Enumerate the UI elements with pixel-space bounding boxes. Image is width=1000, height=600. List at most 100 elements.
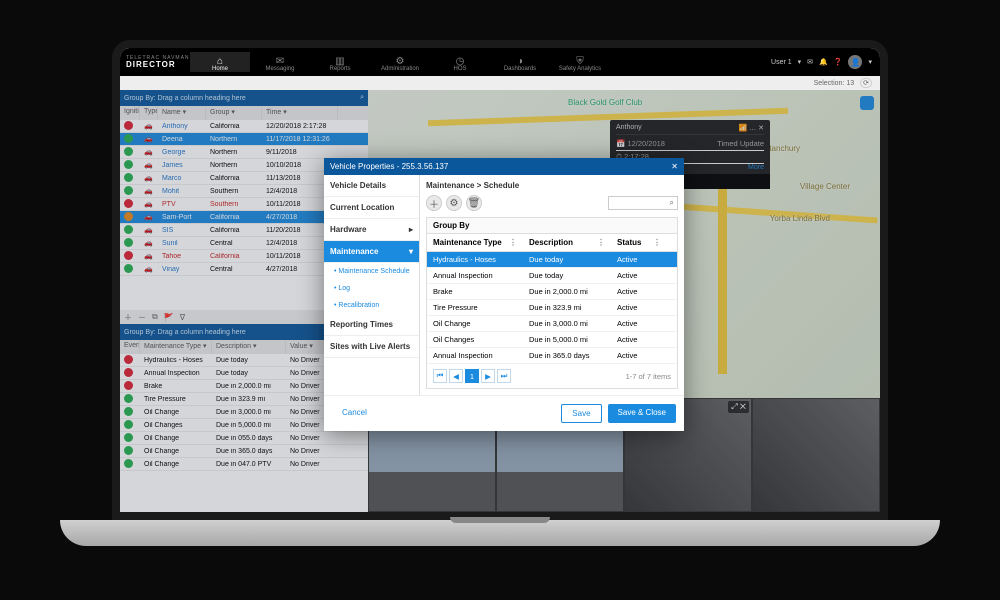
nav-dashboards[interactable]: ◑Dashboards xyxy=(490,52,550,72)
save-close-button[interactable]: Save & Close xyxy=(608,404,676,423)
schedule-row[interactable]: Oil Change Due in 3,000.0 mi Active xyxy=(427,316,677,332)
pager-last[interactable]: ⏭ xyxy=(497,369,511,383)
vehicle-type-icon: 🚗 xyxy=(140,252,158,260)
caret-down-icon[interactable]: ▾ xyxy=(798,58,802,66)
sidemenu-sub[interactable]: • Maintenance Schedule xyxy=(324,263,419,280)
maint-desc: Due in 055.0 days xyxy=(212,435,286,442)
expand-icon[interactable]: ⤢ xyxy=(731,402,737,411)
col-header[interactable]: Time ▾ xyxy=(262,106,338,120)
vehicle-group: Northern xyxy=(206,149,262,156)
col-menu-icon[interactable]: ⋮ xyxy=(509,238,517,247)
pager-next[interactable]: ▶ xyxy=(481,369,495,383)
status-dot-icon xyxy=(124,420,133,429)
settings-button[interactable]: ⚙ xyxy=(446,195,462,211)
cancel-button[interactable]: Cancel xyxy=(332,404,377,423)
schedule-row[interactable]: Oil Changes Due in 5,000.0 mi Active xyxy=(427,332,677,348)
col-header[interactable]: Status⋮ xyxy=(611,234,667,251)
vehicle-row[interactable]: 🚗 Deena Northern 11/17/2018 12:31:26 xyxy=(120,133,368,146)
col-header[interactable]: Description ▾ xyxy=(212,340,286,354)
popup-status: Timed Update xyxy=(717,138,764,150)
col-header[interactable]: Group ▾ xyxy=(206,106,262,120)
add-icon[interactable]: ＋ xyxy=(124,312,132,323)
user-label[interactable]: User 1 xyxy=(771,59,792,66)
sched-status: Active xyxy=(611,252,667,267)
event-row[interactable]: Oil Change Due in 365.0 days No Driver xyxy=(120,445,368,458)
status-dot-icon xyxy=(124,394,133,403)
pager-first[interactable]: ⏮ xyxy=(433,369,447,383)
schedule-row[interactable]: Annual Inspection Due in 365.0 days Acti… xyxy=(427,348,677,364)
sidemenu-hardware[interactable]: Hardware▸ xyxy=(324,219,419,241)
sched-type: Tire Pressure xyxy=(427,300,523,315)
caret-down-icon[interactable]: ▾ xyxy=(868,58,872,66)
event-row[interactable]: Oil Change Due in 055.0 days No Driver xyxy=(120,432,368,445)
bell-icon[interactable]: 🔔 xyxy=(819,58,828,66)
col-header[interactable]: Type xyxy=(140,106,158,120)
col-header[interactable]: Maintenance Type⋮ xyxy=(427,234,523,251)
flag-icon[interactable]: 🚩 xyxy=(164,313,174,322)
sidemenu-vehicle-details[interactable]: Vehicle Details xyxy=(324,175,419,197)
dots-icon[interactable]: … xyxy=(749,125,756,132)
nav-reports[interactable]: ▥Reports xyxy=(310,52,370,72)
nav-safety-analytics[interactable]: ⛨Safety Analytics xyxy=(550,52,610,72)
vehicle-row[interactable]: 🚗 Anthony California 12/20/2018 2:17:28 xyxy=(120,120,368,133)
vehicle-name: Tahoe xyxy=(158,253,206,260)
nav-administration[interactable]: ⚙Administration xyxy=(370,52,430,72)
sched-desc: Due in 3,000.0 mi xyxy=(523,316,611,331)
nav-icon: ⌂ xyxy=(190,56,250,66)
sidemenu-maintenance[interactable]: Maintenance▾ xyxy=(324,241,419,263)
selection-count: Selection: 13 xyxy=(814,80,854,87)
schedule-row[interactable]: Brake Due in 2,000.0 mi Active xyxy=(427,284,677,300)
vehicle-name: George xyxy=(158,149,206,156)
pager-prev[interactable]: ◀ xyxy=(449,369,463,383)
nav-hos[interactable]: ◷HOS xyxy=(430,52,490,72)
col-header[interactable]: Maintenance Type ▾ xyxy=(140,340,212,354)
map-layers-button[interactable] xyxy=(860,96,874,110)
maint-desc: Due today xyxy=(212,370,286,377)
caret-icon: ▸ xyxy=(409,225,413,234)
camera-thumb[interactable] xyxy=(752,398,880,512)
event-row[interactable]: Oil Change Due in 047.0 PTV No Driver xyxy=(120,458,368,471)
sidemenu-current-location[interactable]: Current Location xyxy=(324,197,419,219)
sidemenu-sub[interactable]: • Recalibration xyxy=(324,297,419,314)
pager-page[interactable]: 1 xyxy=(465,369,479,383)
save-button[interactable]: Save xyxy=(561,404,601,423)
schedule-row[interactable]: Hydraulics - Hoses Due today Active xyxy=(427,252,677,268)
col-header[interactable]: Event xyxy=(120,340,140,354)
close-icon[interactable]: ✕ xyxy=(758,125,764,132)
mail-icon[interactable]: ✉ xyxy=(807,58,813,66)
dup-icon[interactable]: ⧉ xyxy=(152,312,158,322)
col-menu-icon[interactable]: ⋮ xyxy=(597,238,605,247)
sidemenu-sub[interactable]: • Log xyxy=(324,280,419,297)
maint-type: Oil Change xyxy=(140,409,212,416)
schedule-row[interactable]: Annual Inspection Due today Active xyxy=(427,268,677,284)
maint-type: Oil Changes xyxy=(140,422,212,429)
col-menu-icon[interactable]: ⋮ xyxy=(653,238,661,247)
status-dot-icon xyxy=(124,407,133,416)
nav-messaging[interactable]: ✉Messaging xyxy=(250,52,310,72)
group-by-label: Group By: Drag a column heading here xyxy=(124,329,246,336)
add-button[interactable]: ＋ xyxy=(426,195,442,211)
col-header[interactable]: Description⋮ xyxy=(523,234,611,251)
schedule-row[interactable]: Tire Pressure Due in 323.9 mi Active xyxy=(427,300,677,316)
nav-home[interactable]: ⌂Home xyxy=(190,52,250,72)
col-header[interactable]: Name ▾ xyxy=(158,106,206,120)
maint-type: Hydraulics - Hoses xyxy=(140,357,212,364)
sched-type: Brake xyxy=(427,284,523,299)
avatar[interactable]: 👤 xyxy=(848,55,862,69)
help-icon[interactable]: ❓ xyxy=(834,58,843,66)
status-dot-icon xyxy=(124,238,133,247)
col-header[interactable]: Ignition xyxy=(120,106,140,120)
delete-button[interactable]: 🗑 xyxy=(466,195,482,211)
search-icon[interactable]: ⌕ xyxy=(360,94,364,102)
refresh-icon[interactable]: ⟳ xyxy=(860,78,872,88)
search-input[interactable]: ⌕ xyxy=(608,196,678,210)
group-by-row[interactable]: Group By xyxy=(427,218,677,233)
sidemenu-sites-with-live-alerts[interactable]: Sites with Live Alerts xyxy=(324,336,419,358)
close-icon[interactable]: ✕ xyxy=(740,402,746,411)
status-dot-icon xyxy=(124,368,133,377)
filter-icon[interactable]: ∇ xyxy=(180,313,185,322)
close-icon[interactable]: ✕ xyxy=(671,162,678,171)
vehicle-group: California xyxy=(206,123,262,130)
remove-icon[interactable]: － xyxy=(138,312,146,323)
sidemenu-reporting-times[interactable]: Reporting Times xyxy=(324,314,419,336)
